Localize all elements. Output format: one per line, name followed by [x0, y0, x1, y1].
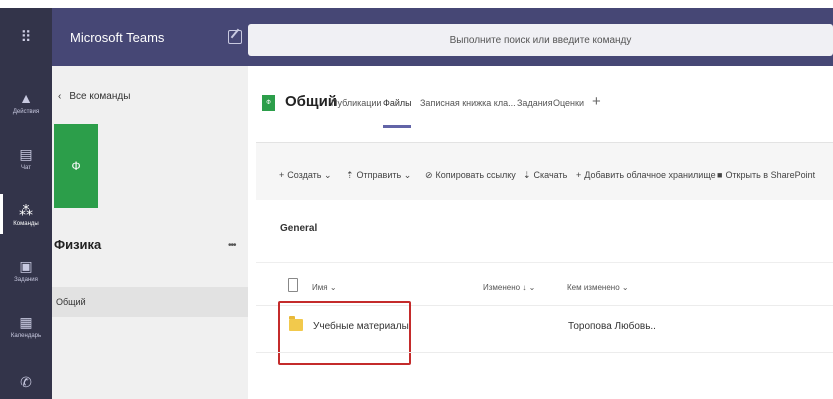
team-avatar: Ф [54, 124, 98, 208]
plus-icon: + [279, 170, 285, 180]
link-icon: ⊘ [425, 170, 433, 180]
download-label: Скачать [533, 170, 568, 180]
column-header-label: Изменено [483, 283, 521, 292]
phone-icon: ✆ [20, 374, 32, 390]
modified-by-cell: Торопова Любовь.. [568, 321, 656, 332]
divider [256, 262, 833, 263]
assignments-icon: ▣ [19, 257, 33, 274]
bell-icon: ▲ [19, 89, 33, 106]
rail-item-label: Календарь [10, 332, 42, 339]
active-tab-indicator [383, 125, 411, 128]
team-name: Физика [54, 237, 102, 252]
tab-files[interactable]: Файлы [383, 98, 412, 108]
team-panel [52, 66, 248, 399]
rail-item-label: Чат [21, 164, 31, 171]
all-teams-link[interactable]: ‹ Все команды [58, 91, 130, 102]
chevron-down-icon: ⌄ [528, 283, 536, 292]
highlight-box [278, 301, 411, 365]
file-type-icon [288, 278, 298, 292]
column-header-name[interactable]: Имя ⌄ [312, 283, 337, 292]
column-header-modified-by[interactable]: Кем изменено ⌄ [567, 283, 629, 292]
tab-class-notebook[interactable]: Записная книжка кла... [420, 98, 516, 108]
copy-link-label: Копировать ссылку [435, 170, 516, 180]
column-header-label: Кем изменено [567, 283, 620, 292]
open-sharepoint-label: Открыть в SharePoint [725, 170, 816, 180]
add-cloud-storage-label: Добавить облачное хранилище [584, 170, 716, 180]
send-label: Отправить [356, 170, 402, 180]
rail-item-calendar[interactable]: ▦ Календарь [0, 298, 52, 354]
rail-item-calls[interactable]: ✆ [0, 354, 52, 399]
sharepoint-icon: ■ [717, 170, 723, 180]
chevron-down-icon: ⌄ [403, 170, 412, 180]
download-icon: ⇣ [523, 170, 531, 180]
tab-assignments[interactable]: Задания [517, 98, 553, 108]
rail-item-label: Команды [13, 220, 39, 227]
download-button[interactable]: ⇣ Скачать [523, 170, 567, 181]
upload-icon: ⇡ [346, 170, 354, 180]
create-label: Создать [287, 170, 322, 180]
chat-icon: ▤ [19, 145, 33, 162]
app-launcher-icon[interactable]: ⠿ [0, 8, 52, 66]
copy-link-button[interactable]: ⊘ Копировать ссылку [425, 170, 516, 181]
plus-icon: + [576, 170, 582, 180]
folder-title: General [280, 223, 318, 234]
divider [256, 352, 833, 353]
channel-avatar: Ф [262, 95, 275, 111]
new-chat-icon[interactable] [228, 30, 242, 44]
teams-icon: ⁂ [19, 201, 33, 218]
rail-item-assignments[interactable]: ▣ Задания [0, 242, 52, 298]
chevron-left-icon: ‹ [58, 91, 62, 102]
chevron-down-icon: ⌄ [323, 170, 332, 180]
search-input[interactable]: Выполните поиск или введите команду [248, 24, 833, 56]
rail-item-activity[interactable]: ▲ Действия [0, 74, 52, 130]
send-button[interactable]: ⇡ Отправить ⌄ [346, 170, 411, 181]
rail-item-chat[interactable]: ▤ Чат [0, 130, 52, 186]
chevron-down-icon: ⌄ [329, 283, 337, 292]
rail-item-label: Задания [14, 276, 38, 283]
app-rail: ▲ Действия ▤ Чат ⁂ Команды ▣ Задания ▦ К… [0, 66, 52, 399]
channel-item-general[interactable]: Общий [52, 287, 248, 317]
rail-item-teams[interactable]: ⁂ Команды [0, 186, 52, 242]
rail-item-label: Действия [12, 108, 40, 115]
create-button[interactable]: + Создать ⌄ [279, 170, 332, 181]
app-title: Microsoft Teams [70, 30, 165, 45]
more-options-icon[interactable]: ••• [228, 240, 236, 251]
channel-title: Общий [285, 93, 338, 110]
open-sharepoint-button[interactable]: ■ Открыть в SharePoint [717, 170, 815, 180]
tab-posts[interactable]: Публикации [331, 98, 381, 108]
tab-grades[interactable]: Оценки [553, 98, 584, 108]
add-tab-button[interactable]: + [592, 93, 601, 110]
chevron-down-icon: ⌄ [621, 283, 629, 292]
add-cloud-storage-button[interactable]: + Добавить облачное хранилище [576, 170, 716, 180]
calendar-icon: ▦ [19, 313, 33, 330]
all-teams-label: Все команды [69, 91, 131, 102]
column-header-label: Имя [312, 283, 328, 292]
column-header-modified[interactable]: Изменено ↓ ⌄ [483, 283, 535, 292]
sort-down-icon: ↓ [522, 283, 527, 292]
